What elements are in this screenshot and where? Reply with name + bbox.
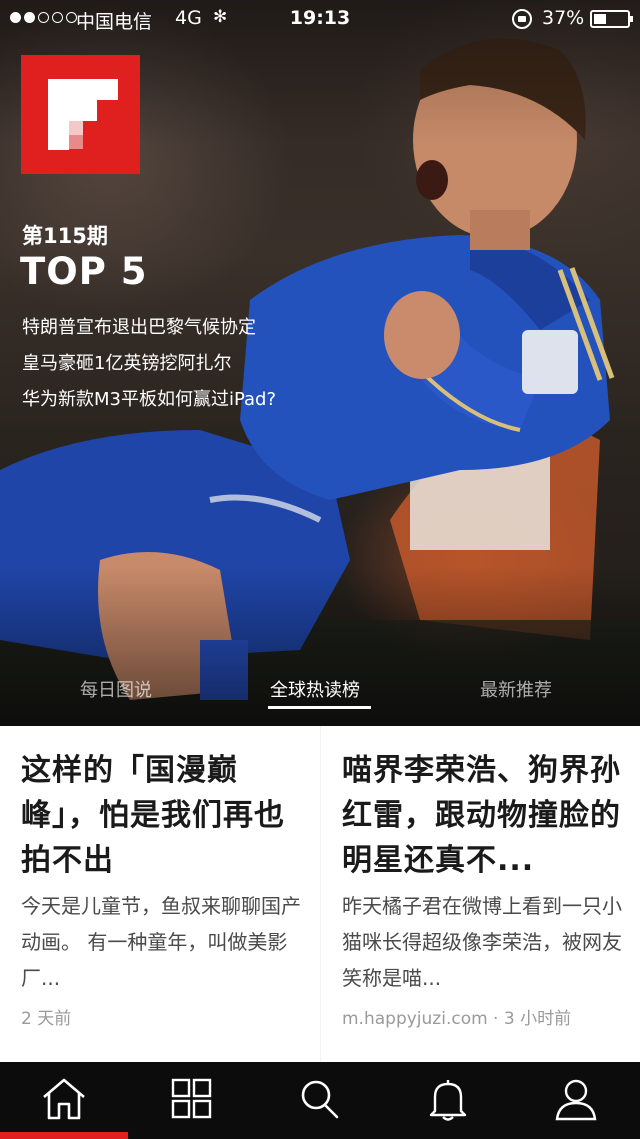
tab-global-trending[interactable]: 全球热读榜: [270, 676, 360, 702]
article-cards: 这样的「国漫巅峰」，怕是我们再也拍不出 今天是儿童节，鱼叔来聊聊国产动画。 有一…: [0, 726, 640, 1062]
tab-latest-recommended[interactable]: 最新推荐: [480, 676, 552, 702]
status-bar: 中国电信 4G ✻ 19:13 37%: [0, 0, 640, 38]
nav-notifications[interactable]: [384, 1062, 512, 1139]
flipboard-logo[interactable]: [21, 55, 140, 174]
article-summary: 昨天橘子君在微博上看到一只小猫咪长得超级像李荣浩，被网友笑称是喵...: [342, 894, 622, 990]
hero-banner[interactable]: 中国电信 4G ✻ 19:13 37% 第115期 TOP 5 特朗普宣布退出巴…: [0, 0, 640, 726]
article-meta: 2 天前: [21, 1009, 72, 1029]
issue-number: 第115期: [22, 224, 108, 248]
nav-profile[interactable]: [512, 1062, 640, 1139]
article-title[interactable]: 这样的「国漫巅峰」，怕是我们再也拍不出: [21, 748, 311, 883]
hero-headline[interactable]: 华为新款M3平板如何赢过iPad?: [22, 385, 276, 411]
home-icon: [43, 1078, 85, 1120]
nav-explore[interactable]: [128, 1062, 256, 1139]
nav-search[interactable]: [256, 1062, 384, 1139]
user-icon: [555, 1079, 597, 1121]
battery-icon: [590, 10, 633, 28]
rotation-lock-icon: [512, 9, 532, 29]
tab-daily-pictures[interactable]: 每日图说: [80, 676, 152, 702]
battery-percent: 37%: [542, 7, 585, 29]
article-card[interactable]: 喵界李荣浩、狗界孙红雷，跟动物撞脸的明星还真不... 昨天橘子君在微博上看到一只…: [321, 726, 640, 1062]
bottom-navigation: [0, 1062, 640, 1139]
article-title[interactable]: 喵界李荣浩、狗界孙红雷，跟动物撞脸的明星还真不...: [342, 748, 632, 883]
hero-headline[interactable]: 特朗普宣布退出巴黎气候协定: [22, 313, 256, 339]
hero-headline[interactable]: 皇马豪砸1亿英镑挖阿扎尔: [22, 349, 231, 375]
bell-icon: [429, 1080, 467, 1121]
article-meta: m.happyjuzi.com · 3 小时前: [342, 1009, 572, 1029]
active-tab-indicator: [268, 706, 371, 709]
search-icon: [301, 1080, 339, 1119]
article-card[interactable]: 这样的「国漫巅峰」，怕是我们再也拍不出 今天是儿童节，鱼叔来聊聊国产动画。 有一…: [0, 726, 320, 1062]
nav-home[interactable]: [0, 1062, 128, 1139]
hero-title: TOP 5: [20, 250, 148, 293]
nav-active-indicator: [0, 1132, 128, 1139]
article-summary: 今天是儿童节，鱼叔来聊聊国产动画。 有一种童年，叫做美影厂...: [21, 894, 301, 990]
grid-icon: [171, 1078, 212, 1119]
